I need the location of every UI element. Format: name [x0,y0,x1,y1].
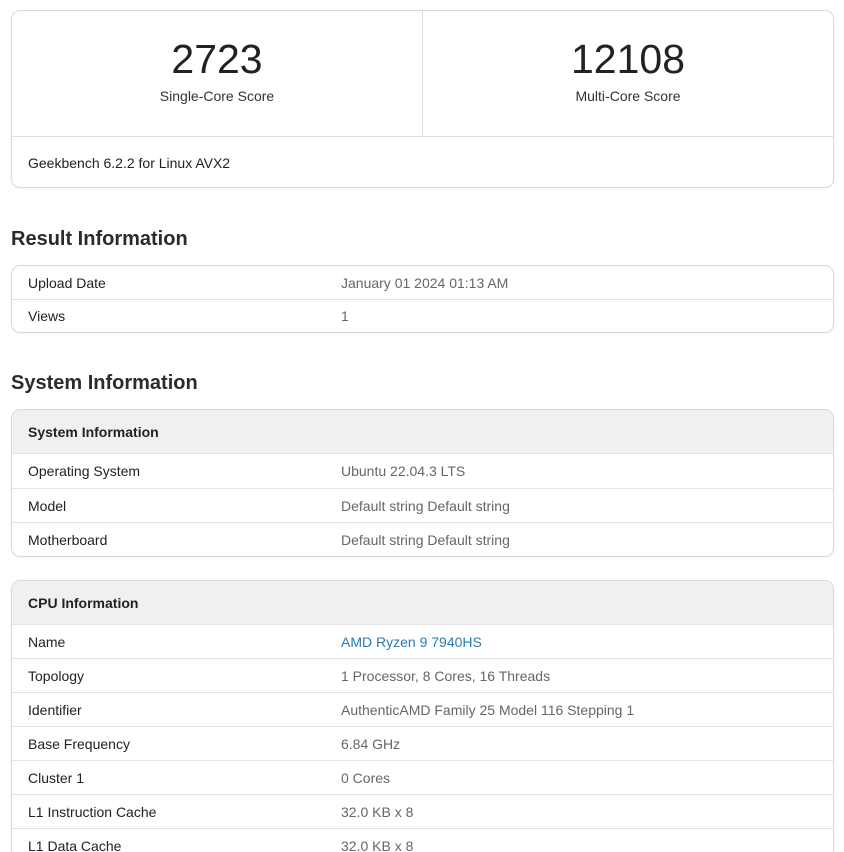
row-value: January 01 2024 01:13 AM [341,274,509,291]
multi-core-score-label: Multi-Core Score [575,88,681,104]
row-label: Motherboard [28,531,108,548]
table-row: Operating System Ubuntu 22.04.3 LTS [12,454,833,488]
row-label: Topology [28,667,85,684]
system-information-heading: System Information [11,372,198,394]
row-value: 1 Processor, 8 Cores, 16 Threads [341,667,551,684]
table-row: L1 Instruction Cache 32.0 KB x 8 [12,794,833,828]
row-label: Identifier [28,701,82,718]
score-row: 2723 Single-Core Score 12108 Multi-Core … [12,11,833,137]
result-page: 2723 Single-Core Score 12108 Multi-Core … [0,0,844,852]
table-row: Name AMD Ryzen 9 7940HS [12,625,833,658]
row-label: Views [28,308,66,324]
row-label: Base Frequency [28,735,130,752]
row-value: 0 Cores [341,769,391,786]
score-card: 2723 Single-Core Score 12108 Multi-Core … [11,10,834,188]
single-core-score-label: Single-Core Score [159,88,275,104]
cpu-name-link[interactable]: AMD Ryzen 9 7940HS [341,634,482,650]
result-information-heading: Result Information [11,228,188,250]
single-core-score-cell: 2723 Single-Core Score [12,11,422,136]
row-label: L1 Instruction Cache [28,803,157,820]
row-value: Default string Default string [341,531,510,548]
benchmark-version: Geekbench 6.2.2 for Linux AVX2 [28,155,231,171]
row-label: Upload Date [28,274,106,291]
system-information-card-title: System Information [12,410,833,454]
multi-core-score-value: 12108 [570,36,685,82]
row-label: Model [28,497,67,514]
row-value: Ubuntu 22.04.3 LTS [341,463,466,479]
table-row: Model Default string Default string [12,488,833,522]
single-core-score-value: 2723 [171,36,263,82]
multi-core-score-cell: 12108 Multi-Core Score [422,11,833,136]
cpu-information-card: CPU Information Name AMD Ryzen 9 7940HS … [11,580,834,852]
system-information-card: System Information Operating System Ubun… [11,409,834,557]
table-row: Views 1 [12,299,833,332]
table-row: Topology 1 Processor, 8 Cores, 16 Thread… [12,658,833,692]
table-row: L1 Data Cache 32.0 KB x 8 [12,828,833,852]
row-value: 6.84 GHz [341,735,401,752]
table-row: Upload Date January 01 2024 01:13 AM [12,266,833,299]
row-value: 32.0 KB x 8 [341,803,414,820]
result-information-card: Upload Date January 01 2024 01:13 AM Vie… [11,265,834,333]
row-label: Cluster 1 [28,769,85,786]
row-value: AuthenticAMD Family 25 Model 116 Steppin… [341,701,635,718]
table-row: Motherboard Default string Default strin… [12,522,833,556]
table-row: Cluster 1 0 Cores [12,760,833,794]
table-row: Base Frequency 6.84 GHz [12,726,833,760]
row-label: Operating System [28,463,141,479]
table-row: Identifier AuthenticAMD Family 25 Model … [12,692,833,726]
row-label: Name [28,633,66,650]
row-label: L1 Data Cache [28,837,122,852]
row-value: 32.0 KB x 8 [341,837,414,852]
row-value: Default string Default string [341,497,510,514]
row-value: 1 [341,308,349,324]
cpu-information-card-title: CPU Information [12,581,833,625]
